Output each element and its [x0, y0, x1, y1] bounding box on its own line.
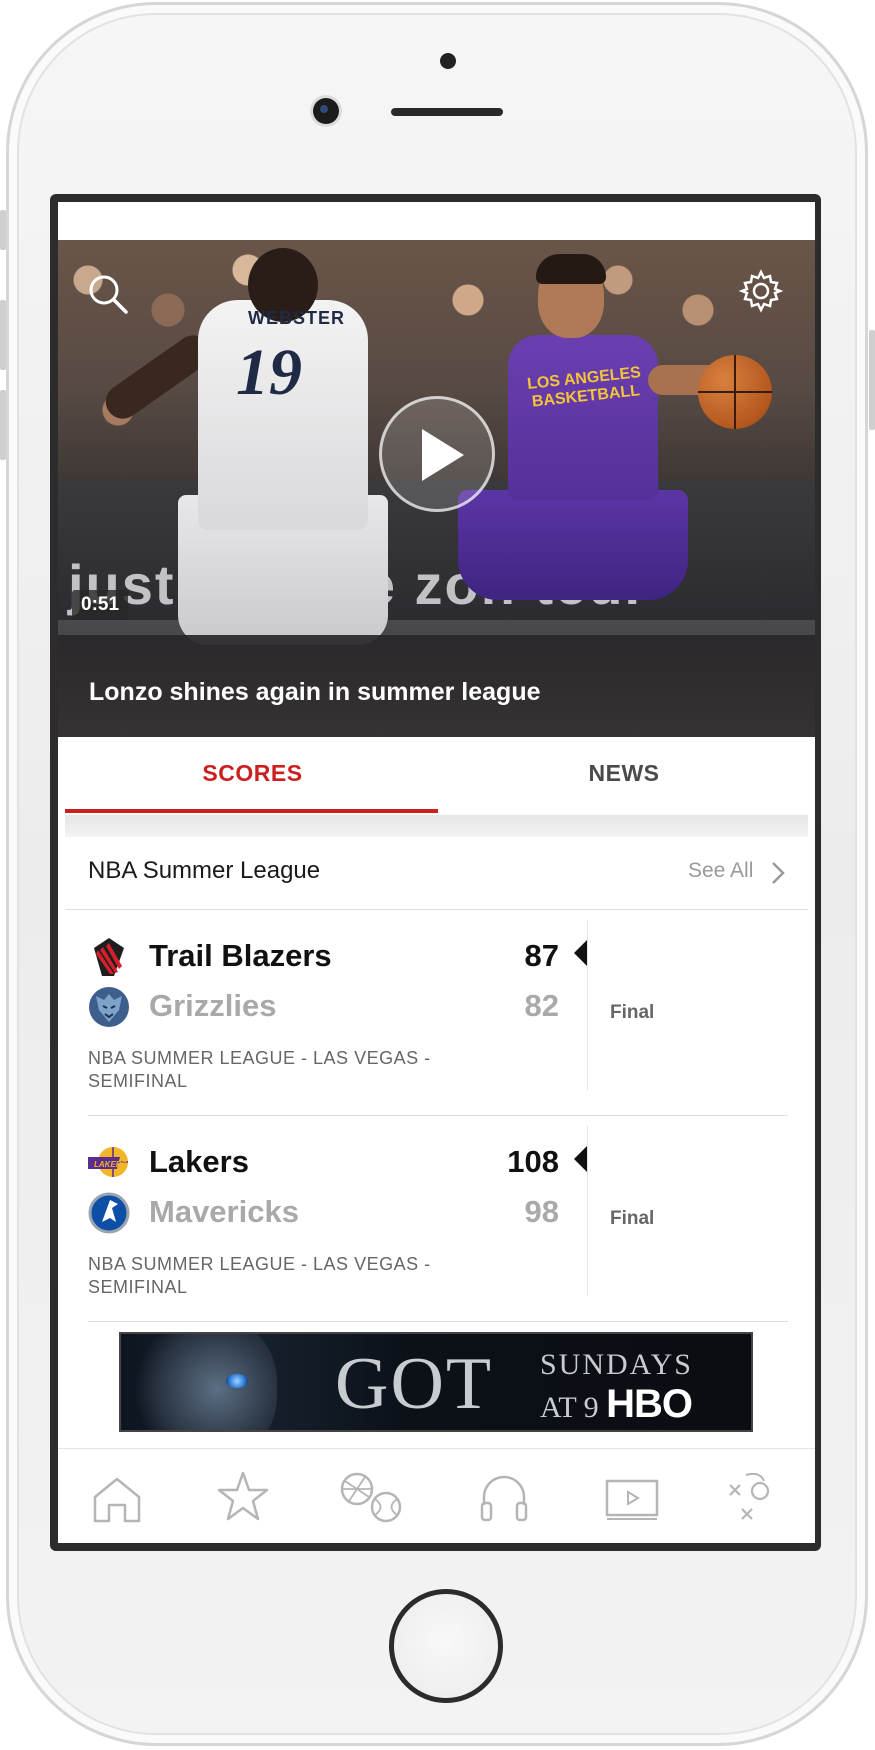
game-subtitle: NBA SUMMER LEAGUE - LAS VEGAS - SEMIFINA…: [88, 1048, 431, 1091]
team-name-winner: Trail Blazers: [149, 938, 332, 973]
league-title: NBA Summer League: [88, 857, 321, 884]
xo-play-icon: [729, 1472, 770, 1520]
tab-bar: SCORES NEWS: [58, 737, 815, 837]
game-status: Final: [610, 1002, 655, 1023]
ad-title: GOT: [335, 1343, 494, 1425]
search-button[interactable]: [86, 272, 130, 316]
player2-jersey: [508, 335, 658, 500]
bottom-navigation: [58, 1448, 815, 1543]
tab-news[interactable]: NEWS: [440, 737, 808, 815]
volume-up-button[interactable]: [0, 300, 6, 370]
white-walker-image: [127, 1334, 277, 1430]
game-status: Final: [610, 1208, 655, 1229]
grizzlies-logo: [89, 987, 129, 1027]
basketball: [698, 355, 772, 429]
player2-hair: [536, 254, 606, 284]
lakers-logo: LAKERS: [88, 1147, 128, 1177]
search-icon: [89, 275, 128, 314]
nav-sports[interactable]: [335, 1467, 409, 1527]
team-name-winner: Lakers: [149, 1144, 249, 1179]
nav-video[interactable]: [602, 1467, 662, 1527]
nav-favorites[interactable]: [213, 1467, 273, 1527]
team-score-loser: 82: [524, 988, 559, 1023]
mute-switch[interactable]: [0, 210, 6, 250]
see-all-link[interactable]: See All: [688, 859, 753, 883]
headphones-icon: [480, 1475, 528, 1522]
team-score-winner: 87: [524, 938, 559, 973]
glowing-eye: [226, 1374, 248, 1388]
play-button[interactable]: [379, 396, 495, 512]
nav-audio[interactable]: [474, 1467, 534, 1527]
chevron-right-icon[interactable]: [771, 861, 785, 885]
winner-arrow-icon: [574, 1146, 587, 1172]
proximity-sensor: [440, 53, 456, 69]
status-bar: [58, 202, 815, 240]
winner-arrow-icon: [574, 940, 587, 966]
video-duration: 0:51: [72, 590, 129, 620]
hbo-logo: HBO: [606, 1382, 693, 1426]
player1-jersey-name: WEBSTER: [248, 308, 345, 328]
svg-text:LAKERS: LAKERS: [94, 1160, 128, 1169]
nav-home[interactable]: [87, 1467, 147, 1527]
video-title[interactable]: Lonzo shines again in summer league: [89, 678, 541, 707]
ad-schedule-day: SUNDAYS: [540, 1348, 693, 1381]
divider: [88, 1321, 788, 1322]
team-score-loser: 98: [524, 1194, 559, 1229]
front-camera: [313, 98, 339, 124]
video-icon: [605, 1479, 659, 1520]
ad-time-text: AT 9: [540, 1391, 599, 1424]
tab-shadow: [65, 815, 808, 837]
settings-button[interactable]: [738, 268, 784, 314]
player2-shorts: [458, 490, 688, 600]
game-subtitle: NBA SUMMER LEAGUE - LAS VEGAS - SEMIFINA…: [88, 1254, 431, 1297]
star-icon: [217, 1471, 269, 1521]
home-icon: [93, 1477, 141, 1523]
play-icon: [422, 429, 464, 481]
ad-schedule-time: AT 9 HBO: [540, 1382, 693, 1427]
earpiece-speaker: [391, 108, 503, 116]
advertisement-banner[interactable]: GOT SUNDAYS AT 9 HBO: [119, 1332, 753, 1432]
game-card[interactable]: LAKERS Lakers 108 Mavericks 98 Final NBA…: [58, 1116, 815, 1321]
league-header: NBA Summer League See All: [58, 837, 815, 909]
game-card[interactable]: Trail Blazers 87 Grizzlies 82 Final NBA …: [58, 910, 815, 1115]
card-separator: [587, 920, 588, 1090]
app-screen: just w d. Ve zon ted. WEBSTER 19 LOS ANG…: [58, 202, 815, 1543]
trail-blazers-logo: [94, 938, 124, 976]
home-button[interactable]: [389, 1589, 503, 1703]
gear-icon: [738, 269, 784, 313]
team-score-winner: 108: [507, 1144, 559, 1179]
featured-video[interactable]: just w d. Ve zon ted. WEBSTER 19 LOS ANG…: [58, 240, 815, 737]
power-button[interactable]: [869, 330, 875, 430]
card-separator: [587, 1126, 588, 1296]
tab-scores[interactable]: SCORES: [65, 737, 440, 815]
team-name-loser: Grizzlies: [149, 988, 277, 1023]
player1-jersey-number: 19: [236, 336, 302, 409]
mavericks-logo: [88, 1192, 130, 1234]
team-name-loser: Mavericks: [149, 1194, 299, 1229]
volume-down-button[interactable]: [0, 390, 6, 460]
active-tab-indicator: [65, 809, 438, 813]
nav-playbook[interactable]: [720, 1467, 780, 1527]
sports-balls-icon: [340, 1472, 402, 1523]
